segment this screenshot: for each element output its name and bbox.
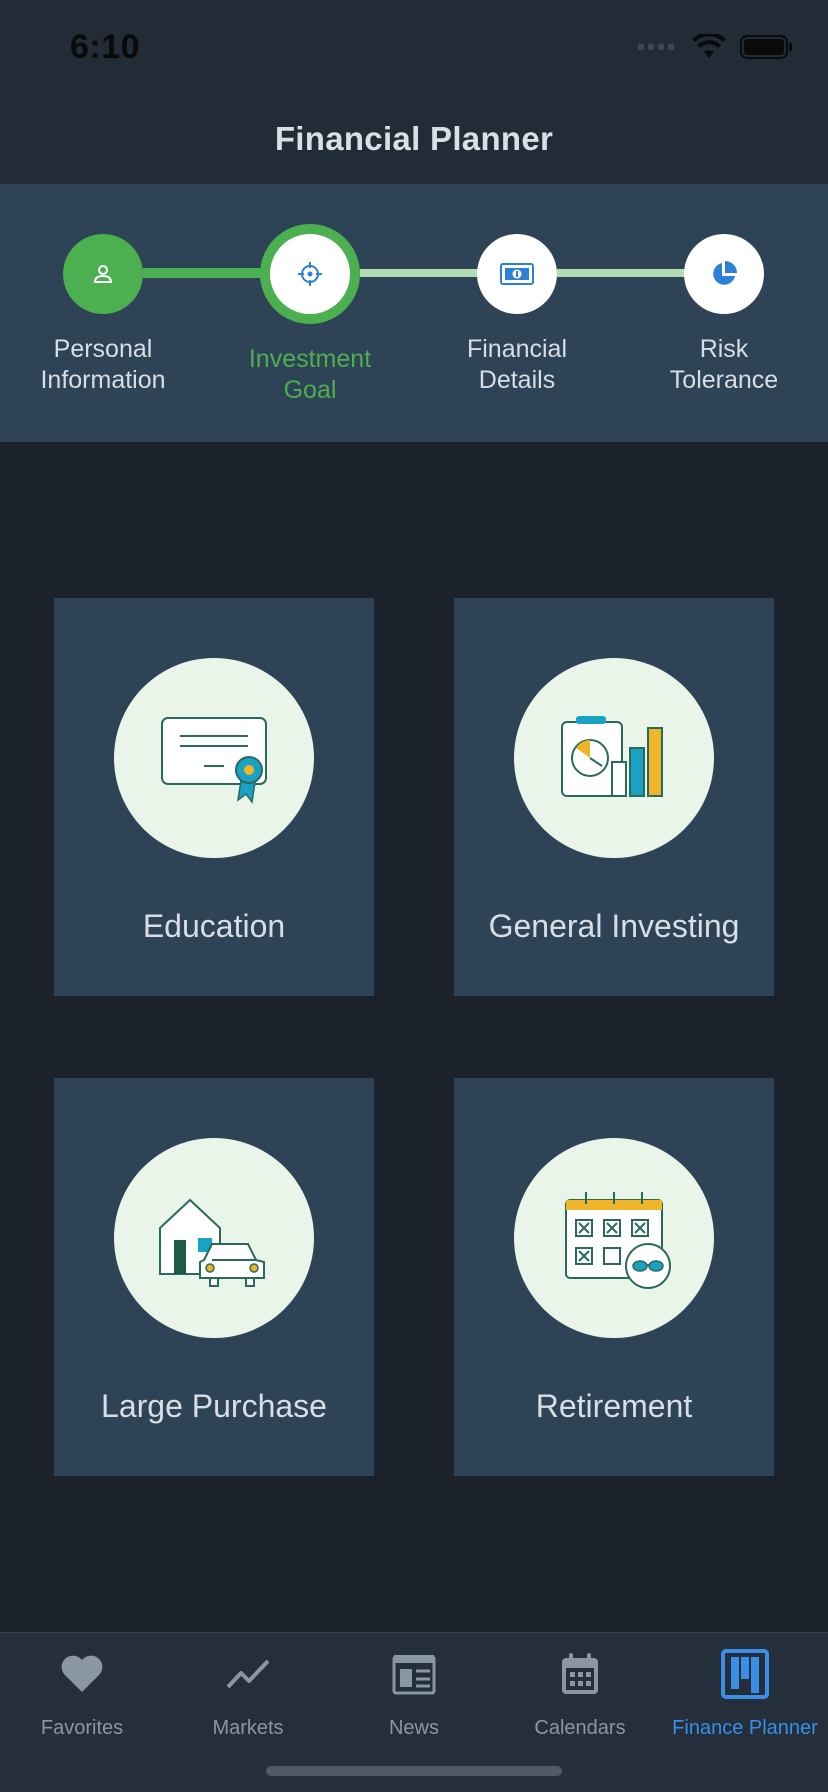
step-circle-active — [260, 224, 360, 324]
tab-label: Calendars — [534, 1717, 626, 1739]
step-label: Investment Goal — [210, 344, 410, 406]
goal-card-label: Education — [142, 908, 286, 944]
calendar-icon — [562, 1653, 598, 1694]
step-label-line2: Goal — [283, 376, 337, 404]
goal-card-retirement[interactable]: Retirement — [454, 1078, 774, 1476]
step-label-line2: Details — [478, 366, 556, 394]
tab-label: Finance Planner — [672, 1717, 818, 1739]
step-circle — [477, 234, 557, 314]
tab-news[interactable]: News — [331, 1645, 497, 1740]
goal-illustration — [514, 1138, 714, 1338]
goal-illustration — [114, 1138, 314, 1338]
tab-label: Favorites — [40, 1717, 124, 1739]
goal-card-label: General Investing — [488, 908, 740, 944]
step-circle — [63, 234, 143, 314]
step-label-line1: Investment — [248, 345, 372, 373]
status-bar: 6:10 — [0, 0, 828, 100]
certificate-icon — [161, 717, 267, 804]
goal-card-label: Large Purchase — [101, 1388, 327, 1424]
trend-line-icon — [226, 1659, 270, 1689]
status-icons — [638, 34, 794, 60]
goal-card-general-investing[interactable]: General Investing — [454, 598, 774, 996]
tab-icon — [497, 1645, 663, 1703]
tab-icon — [662, 1645, 828, 1703]
goal-illustration — [514, 658, 714, 858]
tab-icon — [165, 1645, 331, 1703]
step-personal-information[interactable]: Personal Information — [3, 234, 203, 396]
step-risk-tolerance[interactable]: Risk Tolerance — [624, 234, 824, 396]
tab-calendars[interactable]: Calendars — [497, 1645, 663, 1740]
house-car-icon — [159, 1198, 265, 1287]
investing-chart-icon — [561, 716, 663, 797]
step-financial-details[interactable]: Financial Details — [417, 234, 617, 396]
tab-finance-planner[interactable]: Finance Planner — [662, 1645, 828, 1740]
step-circle — [684, 234, 764, 314]
tab-markets[interactable]: Markets — [165, 1645, 331, 1740]
target-icon — [298, 262, 322, 286]
money-icon — [500, 263, 534, 285]
step-label-line1: Personal — [53, 335, 153, 363]
tab-favorites[interactable]: Favorites — [0, 1645, 165, 1740]
tab-label: Markets — [212, 1717, 284, 1739]
tab-icon — [0, 1645, 165, 1703]
step-label: Risk Tolerance — [624, 334, 824, 396]
heart-icon — [61, 1655, 103, 1692]
step-investment-goal[interactable]: Investment Goal — [210, 224, 410, 406]
step-label-line2: Information — [40, 366, 166, 394]
step-label-line1: Financial — [466, 335, 568, 363]
tab-label: News — [388, 1717, 439, 1739]
tab-icon — [331, 1645, 497, 1703]
signal-icon — [638, 44, 674, 50]
calendar-sunglasses-icon — [565, 1192, 671, 1289]
battery-icon — [740, 35, 792, 59]
step-label-line2: Tolerance — [669, 366, 779, 394]
goal-card-label: Retirement — [535, 1388, 693, 1424]
goal-illustration — [114, 658, 314, 858]
step-label: Financial Details — [417, 334, 617, 396]
step-label-line1: Risk — [699, 335, 749, 363]
nav-bar: Financial Planner — [0, 100, 828, 184]
home-indicator[interactable] — [266, 1766, 562, 1776]
goal-card-large-purchase[interactable]: Large Purchase — [54, 1078, 374, 1476]
newspaper-icon — [392, 1655, 436, 1695]
wifi-icon — [692, 34, 726, 58]
step-label: Personal Information — [3, 334, 203, 396]
pie-icon — [713, 261, 737, 285]
goal-card-education[interactable]: Education — [54, 598, 374, 996]
status-time: 6:10 — [70, 28, 141, 66]
planner-board-icon — [721, 1649, 769, 1699]
person-icon — [93, 265, 113, 283]
page-title: Financial Planner — [274, 120, 554, 157]
